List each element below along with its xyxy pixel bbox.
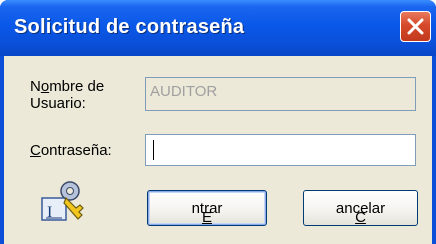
enter-button[interactable]: Entrar — [147, 190, 267, 226]
cancel-button-label: Cancelar — [335, 200, 386, 226]
dialog-body: Nombre de Usuario: AUDITOR Contraseña: I… — [4, 56, 432, 244]
username-label: Nombre de Usuario: — [30, 78, 130, 112]
username-field[interactable]: AUDITOR — [145, 77, 416, 111]
close-icon — [407, 18, 424, 35]
cancel-button[interactable]: Cancelar — [303, 190, 418, 226]
close-button[interactable] — [400, 11, 431, 42]
title-bar[interactable]: Solicitud de contraseña — [0, 0, 436, 56]
password-key-icon: I — [41, 181, 84, 221]
password-label: Contraseña: — [30, 142, 112, 159]
enter-button-label: Entrar — [191, 200, 223, 226]
dialog-title: Solicitud de contraseña — [14, 16, 245, 38]
username-label-line1: Nombre de — [30, 78, 105, 95]
username-label-line2: Usuario: — [30, 95, 86, 112]
password-field[interactable] — [145, 134, 416, 166]
text-caret — [153, 140, 154, 160]
password-dialog: Solicitud de contraseña Nombre de Usuari… — [0, 0, 436, 244]
